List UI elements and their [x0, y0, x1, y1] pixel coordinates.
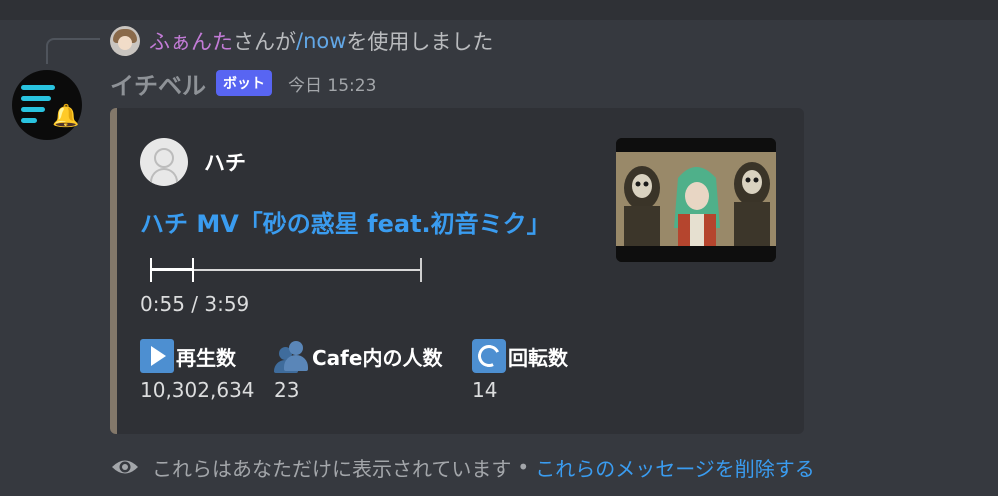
embed-field-spins: 回転数 14	[472, 338, 568, 402]
reply-connector	[46, 38, 100, 64]
field-name: 再生数	[176, 345, 236, 370]
field-name: Cafe内の人数	[312, 345, 443, 370]
users-icon	[274, 339, 310, 373]
reply-command[interactable]: /now	[296, 29, 346, 53]
ephemeral-notice: これらはあなただけに表示されています	[152, 456, 512, 481]
author-avatar-icon	[140, 138, 188, 186]
bell-icon: 🔔	[52, 104, 80, 129]
ephemeral-footer: これらはあなただけに表示されています • これらのメッセージを削除する	[110, 452, 815, 482]
eye-icon	[112, 460, 138, 474]
embed-field-plays: 再生数 10,302,634	[140, 338, 255, 402]
playback-time: 0:55 / 3:59	[140, 292, 250, 316]
command-reply-line[interactable]: ふぁんた さんが /now を使用しました	[110, 26, 493, 56]
playback-progress-bar	[150, 258, 422, 282]
message-timestamp[interactable]: 今日 15:23	[288, 71, 376, 96]
reply-text-after: を使用しました	[346, 30, 494, 54]
reply-user-avatar[interactable]	[110, 26, 140, 56]
top-divider-strip	[0, 0, 998, 20]
now-playing-embed: ハチ ハチ MV「砂の惑星 feat.初音ミク」 0:55 / 3:59 再生数…	[110, 108, 804, 434]
bot-avatar[interactable]: 🔔	[12, 70, 82, 140]
field-value: 14	[472, 378, 498, 402]
embed-title-link[interactable]: ハチ MV「砂の惑星 feat.初音ミク」	[140, 204, 551, 239]
bot-username[interactable]: イチベル	[110, 66, 206, 101]
bot-badge: ボット	[216, 70, 272, 96]
video-thumbnail[interactable]	[616, 138, 776, 262]
repeat-icon	[472, 339, 506, 373]
footer-separator: •	[517, 455, 530, 479]
play-button-icon	[140, 339, 174, 373]
embed-field-cafe-users: Cafe内の人数 23	[274, 338, 442, 402]
reply-text-before: さんが	[233, 30, 296, 54]
embed-author-name: ハチ	[204, 151, 246, 175]
dismiss-message-link[interactable]: これらのメッセージを削除する	[535, 453, 815, 482]
message-header: イチベル ボット 今日 15:23	[110, 66, 376, 101]
embed-accent-bar	[110, 108, 117, 434]
field-value: 23	[274, 378, 300, 402]
field-name: 回転数	[508, 345, 568, 370]
reply-username[interactable]: ふぁんた	[149, 26, 233, 56]
embed-author: ハチ	[140, 138, 246, 186]
field-value: 10,302,634	[140, 378, 255, 402]
